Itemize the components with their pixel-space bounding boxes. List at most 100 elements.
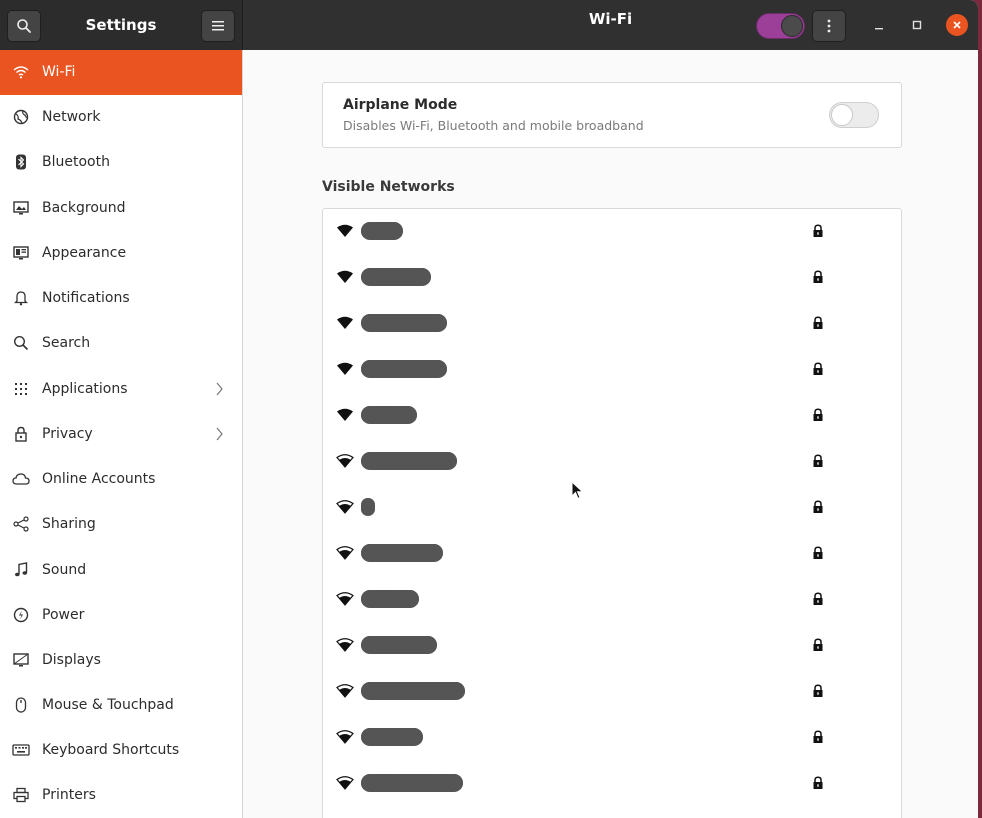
network-row[interactable]: █████████ bbox=[323, 255, 901, 301]
network-ssid: █████████████ bbox=[361, 682, 465, 700]
airplane-mode-row: Airplane Mode Disables Wi-Fi, Bluetooth … bbox=[322, 82, 902, 148]
network-ssid: ████████ bbox=[361, 590, 419, 608]
sidebar-item-background[interactable]: Background bbox=[0, 186, 242, 231]
network-ssid: ████████ bbox=[361, 728, 423, 746]
close-button[interactable] bbox=[946, 14, 968, 36]
bluetooth-icon bbox=[12, 153, 30, 171]
sidebar-item-label: Search bbox=[42, 335, 91, 351]
sidebar-item-bluetooth[interactable]: Bluetooth bbox=[0, 140, 242, 185]
sidebar-item-label: Appearance bbox=[42, 245, 127, 261]
network-row[interactable]: ███████████ bbox=[323, 347, 901, 393]
chevron-right-icon bbox=[216, 382, 223, 396]
sidebar-item-online-accounts[interactable]: Online Accounts bbox=[0, 457, 242, 502]
menu-button[interactable] bbox=[201, 10, 235, 42]
maximize-button[interactable] bbox=[906, 14, 928, 36]
sidebar-header: Settings bbox=[0, 0, 243, 50]
sidebar-item-label: Displays bbox=[42, 652, 101, 668]
grid-icon bbox=[12, 380, 30, 398]
music-note-icon bbox=[12, 561, 30, 579]
vertical-dots-icon bbox=[827, 19, 831, 33]
network-ssid: ████████████ bbox=[361, 452, 457, 470]
sidebar-item-label: Bluetooth bbox=[42, 154, 110, 170]
sidebar-item-label: Printers bbox=[42, 787, 96, 803]
more-options-button[interactable] bbox=[812, 10, 846, 42]
lock-icon bbox=[813, 684, 823, 697]
sidebar-item-mouse-touchpad[interactable]: Mouse & Touchpad bbox=[0, 683, 242, 728]
sidebar-item-printers[interactable]: Printers bbox=[0, 773, 242, 818]
minimize-icon bbox=[875, 28, 883, 30]
wifi-panel: Airplane Mode Disables Wi-Fi, Bluetooth … bbox=[243, 50, 978, 818]
lock-icon bbox=[813, 546, 823, 559]
sidebar-item-keyboard-shortcuts[interactable]: Keyboard Shortcuts bbox=[0, 728, 242, 773]
lock-icon bbox=[813, 224, 823, 237]
network-row[interactable]: █████████████ bbox=[323, 669, 901, 715]
network-row[interactable]: ███████ bbox=[323, 393, 901, 439]
lock-icon bbox=[12, 425, 30, 443]
network-row[interactable]: █████████████ bbox=[323, 761, 901, 807]
search-icon bbox=[12, 334, 30, 352]
network-row[interactable]: ████████████ bbox=[323, 439, 901, 485]
sidebar-item-label: Network bbox=[42, 109, 101, 125]
network-ssid: █████████████ bbox=[361, 774, 463, 792]
wifi-signal-good-icon bbox=[336, 638, 354, 652]
network-row[interactable]: ███████████ bbox=[323, 531, 901, 577]
wifi-signal-full-icon bbox=[337, 270, 353, 283]
network-ssid: ███████ bbox=[361, 406, 417, 424]
sidebar-item-wifi[interactable]: Wi-Fi bbox=[0, 50, 242, 95]
wifi-signal-good-icon bbox=[336, 776, 354, 790]
sidebar-item-search[interactable]: Search bbox=[0, 321, 242, 366]
wifi-signal-good-icon bbox=[336, 684, 354, 698]
network-row[interactable]: ██████████ bbox=[323, 623, 901, 669]
network-ssid: ███████████ bbox=[361, 314, 447, 332]
sidebar-item-label: Power bbox=[42, 607, 85, 623]
settings-window: Settings Wi-Fi Wi-Fi Network Bluetooth B… bbox=[0, 0, 978, 818]
network-ssid: ███████████ bbox=[361, 544, 443, 562]
sidebar-item-label: Sound bbox=[42, 562, 87, 578]
monitor-icon bbox=[12, 199, 30, 217]
sidebar-item-network[interactable]: Network bbox=[0, 95, 242, 140]
sidebar-item-label: Wi-Fi bbox=[42, 64, 76, 80]
sidebar-item-appearance[interactable]: Appearance bbox=[0, 231, 242, 276]
sidebar-item-privacy[interactable]: Privacy bbox=[0, 412, 242, 457]
lock-icon bbox=[813, 730, 823, 743]
sidebar-item-label: Applications bbox=[42, 381, 128, 397]
lock-icon bbox=[813, 316, 823, 329]
printer-icon bbox=[12, 786, 30, 804]
hamburger-icon bbox=[212, 21, 224, 31]
mouse-cursor-icon bbox=[571, 481, 584, 500]
lock-icon bbox=[813, 638, 823, 651]
wifi-signal-full-icon bbox=[337, 316, 353, 329]
network-row[interactable]: ████████ bbox=[323, 577, 901, 623]
sidebar-item-power[interactable]: Power bbox=[0, 593, 242, 638]
maximize-icon bbox=[912, 20, 922, 30]
airplane-mode-toggle[interactable] bbox=[829, 102, 879, 128]
network-row[interactable]: ██ bbox=[323, 485, 901, 531]
network-row[interactable]: ██████ bbox=[323, 209, 901, 255]
network-row[interactable]: ███████████ bbox=[323, 301, 901, 347]
wifi-signal-full-icon bbox=[337, 224, 353, 237]
sidebar-item-displays[interactable]: Displays bbox=[0, 638, 242, 683]
sidebar-item-applications[interactable]: Applications bbox=[0, 367, 242, 412]
keyboard-icon bbox=[12, 741, 30, 759]
minimize-button[interactable] bbox=[868, 14, 890, 36]
network-row[interactable]: ████████ bbox=[323, 715, 901, 761]
sidebar-item-label: Online Accounts bbox=[42, 471, 156, 487]
sidebar-item-notifications[interactable]: Notifications bbox=[0, 276, 242, 321]
wifi-signal-good-icon bbox=[336, 730, 354, 744]
lock-icon bbox=[813, 270, 823, 283]
cloud-icon bbox=[12, 470, 30, 488]
sidebar-item-label: Sharing bbox=[42, 516, 96, 532]
network-ssid: ██████████ bbox=[361, 636, 437, 654]
network-ssid: ███████████ bbox=[361, 360, 447, 378]
wifi-signal-full-icon bbox=[337, 362, 353, 375]
visible-networks-list: ████ ███████ ████████ ████████ █████ ████████… bbox=[322, 208, 902, 818]
sidebar-item-sharing[interactable]: Sharing bbox=[0, 502, 242, 547]
toggle-knob bbox=[831, 104, 853, 126]
toggle-knob bbox=[781, 15, 803, 37]
wifi-toggle[interactable] bbox=[756, 13, 805, 39]
wifi-signal-good-icon bbox=[336, 454, 354, 468]
sidebar-item-label: Privacy bbox=[42, 426, 93, 442]
airplane-mode-title: Airplane Mode bbox=[343, 97, 458, 113]
sidebar-item-label: Background bbox=[42, 200, 126, 216]
sidebar-item-sound[interactable]: Sound bbox=[0, 548, 242, 593]
